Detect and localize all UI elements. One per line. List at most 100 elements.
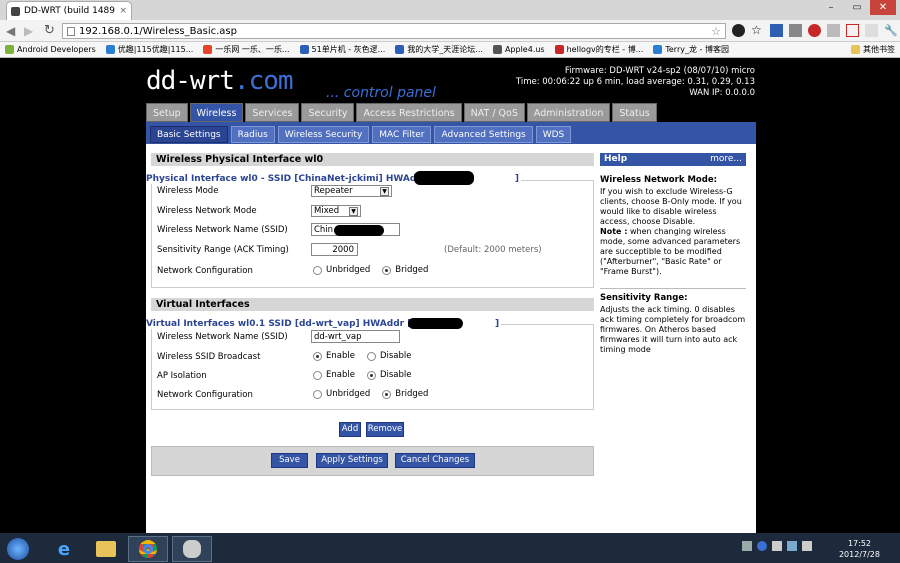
ap-isolation-enable-radio[interactable] — [313, 370, 322, 380]
bookmark-item[interactable]: Android Developers — [0, 44, 101, 55]
taskbar-app[interactable] — [172, 536, 212, 562]
reload-icon[interactable]: ↻ — [44, 23, 55, 38]
bookmark-favicon-icon — [299, 45, 309, 54]
vap-unbridged-radio[interactable] — [313, 389, 322, 399]
vap-netconf-label: Network Configuration — [157, 390, 253, 400]
save-button[interactable]: Save — [271, 453, 308, 468]
subtab-wireless-security[interactable]: Wireless Security — [277, 126, 370, 143]
logo-main: dd-wrt — [146, 66, 235, 96]
flag-icon[interactable] — [772, 541, 782, 551]
network-icon[interactable] — [787, 541, 797, 551]
bookmark-item[interactable]: 我的大学_天涯论坛... — [390, 44, 488, 55]
other-bookmarks[interactable]: 其他书签 — [846, 44, 900, 55]
bookmark-star-icon[interactable]: ☆ — [711, 25, 721, 38]
forward-icon[interactable]: ▶ — [24, 24, 33, 38]
taskbar-clock[interactable]: 17:52 2012/7/28 — [839, 538, 880, 560]
vap-ssid-label: Wireless Network Name (SSID) — [157, 332, 288, 342]
cancel-changes-button[interactable]: Cancel Changes — [395, 453, 475, 468]
firmware-text: Firmware: DD-WRT v24-sp2 (08/07/10) micr… — [564, 66, 755, 76]
extension-icon[interactable] — [732, 24, 745, 37]
bridged-radio[interactable] — [382, 265, 392, 275]
tab-services[interactable]: Services — [245, 103, 300, 122]
minimize-icon[interactable]: – — [818, 0, 844, 15]
subtab-mac-filter[interactable]: MAC Filter — [372, 126, 432, 143]
help-sensitivity-title: Sensitivity Range: — [600, 293, 688, 303]
tab-setup[interactable]: Setup — [146, 103, 188, 122]
bookmark-label: 51单片机 - 灰色逻... — [311, 45, 386, 54]
ap-isolation-disable-label: Disable — [379, 370, 412, 380]
broadcast-enable-radio[interactable] — [313, 351, 322, 361]
tab-security[interactable]: Security — [301, 103, 355, 122]
taskbar-chrome[interactable] — [128, 536, 168, 562]
network-mode-select[interactable]: Mixed ▼ — [311, 205, 361, 217]
ssid-label: Wireless Network Name (SSID) — [157, 225, 288, 235]
browser-tab[interactable]: DD-WRT (build 14896) × — [6, 1, 132, 20]
extension-icon[interactable] — [865, 24, 878, 37]
sensitivity-value: 2000 — [332, 244, 354, 255]
apply-settings-button[interactable]: Apply Settings — [316, 453, 388, 468]
help-header: Help more... — [600, 153, 746, 166]
tab-nat-qos[interactable]: NAT / QoS — [463, 103, 525, 122]
wireless-mode-select[interactable]: Repeater ▼ — [311, 185, 392, 197]
star-icon[interactable]: ☆ — [751, 24, 764, 37]
tab-administration[interactable]: Administration — [526, 103, 611, 122]
unbridged-radio[interactable] — [313, 265, 322, 275]
help-more-link[interactable]: more... — [710, 153, 742, 166]
bookmark-label: 我的大学_天涯论坛... — [407, 45, 483, 54]
bookmark-item[interactable]: Apple4.us — [488, 44, 550, 55]
extension-icon[interactable] — [827, 24, 840, 37]
ap-isolation-label: AP Isolation — [157, 371, 207, 381]
virtual-legend-text: Virtual Interfaces wl0.1 SSID [dd-wrt_va… — [146, 319, 440, 329]
clock-time: 17:52 — [847, 539, 872, 548]
start-button[interactable] — [2, 535, 34, 563]
vap-bridged-radio[interactable] — [382, 389, 392, 399]
back-icon[interactable]: ◀ — [6, 24, 15, 38]
gmail-icon[interactable] — [846, 24, 859, 37]
taskbar-ie[interactable]: e — [44, 536, 84, 562]
physical-legend-end: ] — [514, 174, 519, 184]
bookmark-item[interactable]: Terry_龙 - 博客园 — [648, 44, 734, 55]
keyboard-icon[interactable] — [742, 541, 752, 551]
vap-ssid-input[interactable]: dd-wrt_vap — [311, 330, 400, 343]
url-text: 192.168.0.1/Wireless_Basic.asp — [79, 25, 237, 37]
extension-icon[interactable] — [770, 24, 783, 37]
bookmark-item[interactable]: 51单片机 - 灰色逻... — [295, 44, 391, 55]
extension-icon[interactable] — [808, 24, 821, 37]
ap-isolation-disable-radio[interactable] — [366, 370, 376, 380]
bookmarks-bar: Android Developers 优趣|115优趣|115... 一乐网 一乐、… — [0, 42, 900, 58]
subtab-advanced-settings[interactable]: Advanced Settings — [434, 126, 533, 143]
tab-close-icon[interactable]: × — [119, 6, 127, 16]
bookmark-favicon-icon — [492, 45, 502, 54]
vap-unbridged-label: Unbridged — [326, 389, 371, 399]
wrench-icon[interactable]: 🔧 — [884, 24, 898, 37]
subtab-wds[interactable]: WDS — [535, 126, 572, 143]
bookmark-label: 一乐网 一乐、一乐... — [215, 45, 290, 54]
sensitivity-input[interactable]: 2000 — [311, 243, 358, 256]
taskbar-explorer[interactable] — [86, 536, 126, 562]
subtab-basic-settings[interactable]: Basic Settings — [150, 126, 228, 143]
bookmark-favicon-icon — [5, 45, 14, 54]
browser-tab-title: DD-WRT (build 14896) — [24, 6, 116, 16]
broadcast-disable-radio[interactable] — [366, 351, 376, 361]
folder-icon — [851, 45, 860, 54]
volume-icon[interactable] — [802, 541, 812, 551]
subtab-radius[interactable]: Radius — [230, 126, 275, 143]
close-window-icon[interactable]: ✕ — [870, 0, 896, 15]
add-button[interactable]: Add — [339, 422, 361, 437]
extension-icon[interactable] — [789, 24, 802, 37]
address-bar[interactable]: 192.168.0.1/Wireless_Basic.asp ☆ — [62, 23, 726, 39]
bookmark-item[interactable]: hellogv的专栏 - 博... — [550, 44, 649, 55]
maximize-icon[interactable]: ▭ — [844, 0, 870, 15]
bridged-label: Bridged — [395, 265, 429, 275]
netconf-label: Network Configuration — [157, 266, 253, 276]
folder-icon — [96, 541, 116, 557]
vap-ssid-value: dd-wrt_vap — [314, 331, 362, 342]
help-icon[interactable] — [757, 541, 767, 551]
tab-status[interactable]: Status — [612, 103, 657, 122]
remove-button[interactable]: Remove — [366, 422, 404, 437]
bookmark-item[interactable]: 一乐网 一乐、一乐... — [198, 44, 294, 55]
bookmark-item[interactable]: 优趣|115优趣|115... — [101, 44, 199, 55]
tab-access-restrictions[interactable]: Access Restrictions — [356, 103, 462, 122]
tab-wireless[interactable]: Wireless — [189, 103, 244, 122]
unbridged-label: Unbridged — [326, 265, 371, 275]
